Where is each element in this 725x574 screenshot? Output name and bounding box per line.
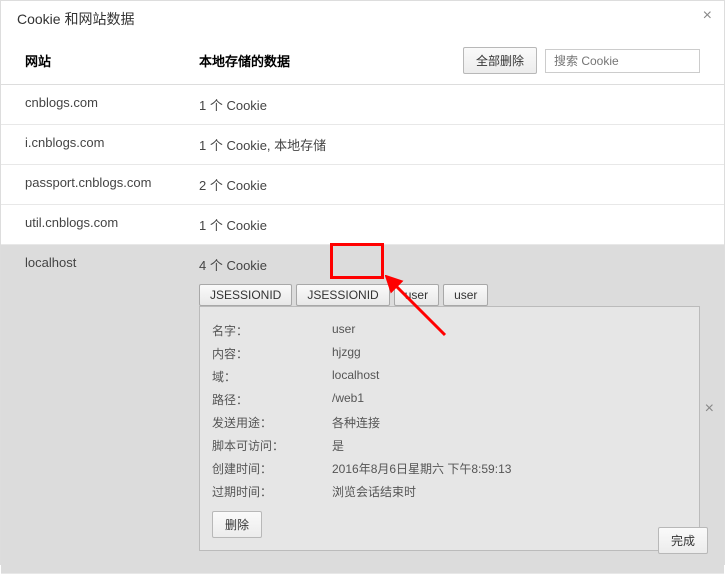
cookie-tags: JSESSIONID JSESSIONID user user	[199, 284, 700, 306]
detail-label-domain: 域：	[212, 368, 332, 385]
detail-value-expires: 浏览会话结束时	[332, 483, 687, 500]
detail-value-path: /web1	[332, 391, 687, 408]
row-site: util.cnblogs.com	[25, 215, 199, 234]
detail-label-path: 路径：	[212, 391, 332, 408]
detail-value-domain: localhost	[332, 368, 687, 385]
dialog-footer: 完成	[658, 527, 708, 554]
cookie-dialog: Cookie 和网站数据 × 网站 本地存储的数据 全部删除 cnblogs.c…	[0, 0, 725, 565]
table-row[interactable]: passport.cnblogs.com 2 个 Cookie	[1, 165, 724, 205]
detail-label-content: 内容：	[212, 345, 332, 362]
detail-label-script: 脚本可访问：	[212, 437, 332, 454]
detail-label-created: 创建时间：	[212, 460, 332, 477]
row-site: localhost	[25, 255, 199, 274]
row-desc: 1 个 Cookie	[199, 215, 700, 234]
toolbar: 网站 本地存储的数据 全部删除	[1, 41, 724, 85]
row-delete-icon[interactable]: ×	[705, 400, 714, 418]
cookie-detail-panel: 名字：user 内容：hjzgg 域：localhost 路径：/web1 发送…	[199, 306, 700, 551]
table-row[interactable]: i.cnblogs.com 1 个 Cookie, 本地存储	[1, 125, 724, 165]
detail-label-expires: 过期时间：	[212, 483, 332, 500]
dialog-title: Cookie 和网站数据	[17, 11, 134, 27]
cookie-tag[interactable]: user	[394, 284, 439, 306]
row-desc: 4 个 Cookie	[199, 255, 700, 274]
cookie-tag[interactable]: JSESSIONID	[199, 284, 292, 306]
row-site: passport.cnblogs.com	[25, 175, 199, 194]
row-site: cnblogs.com	[25, 95, 199, 114]
dialog-header: Cookie 和网站数据 ×	[1, 1, 724, 41]
table-row[interactable]: util.cnblogs.com 1 个 Cookie	[1, 205, 724, 245]
delete-cookie-button[interactable]: 删除	[212, 511, 262, 538]
detail-value-send: 各种连接	[332, 414, 687, 431]
row-desc: 1 个 Cookie	[199, 95, 700, 114]
detail-value-script: 是	[332, 437, 687, 454]
detail-value-created: 2016年8月6日星期六 下午8:59:13	[332, 460, 687, 477]
detail-value-name: user	[332, 322, 687, 339]
detail-label-name: 名字：	[212, 322, 332, 339]
detail-value-content: hjzgg	[332, 345, 687, 362]
search-input[interactable]	[545, 49, 700, 73]
delete-all-button[interactable]: 全部删除	[463, 47, 537, 74]
column-header-local: 本地存储的数据	[199, 51, 463, 70]
rows-container: cnblogs.com 1 个 Cookie i.cnblogs.com 1 个…	[1, 85, 724, 574]
table-row[interactable]: cnblogs.com 1 个 Cookie	[1, 85, 724, 125]
done-button[interactable]: 完成	[658, 527, 708, 554]
cookie-tag[interactable]: user	[443, 284, 488, 306]
detail-label-send: 发送用途：	[212, 414, 332, 431]
close-icon[interactable]: ×	[703, 7, 712, 25]
cookie-tag[interactable]: JSESSIONID	[296, 284, 389, 306]
row-desc: 1 个 Cookie, 本地存储	[199, 135, 700, 154]
table-row-expanded[interactable]: localhost 4 个 Cookie JSESSIONID JSESSION…	[1, 245, 724, 574]
column-header-site: 网站	[25, 51, 199, 70]
row-site: i.cnblogs.com	[25, 135, 199, 154]
row-desc: 2 个 Cookie	[199, 175, 700, 194]
